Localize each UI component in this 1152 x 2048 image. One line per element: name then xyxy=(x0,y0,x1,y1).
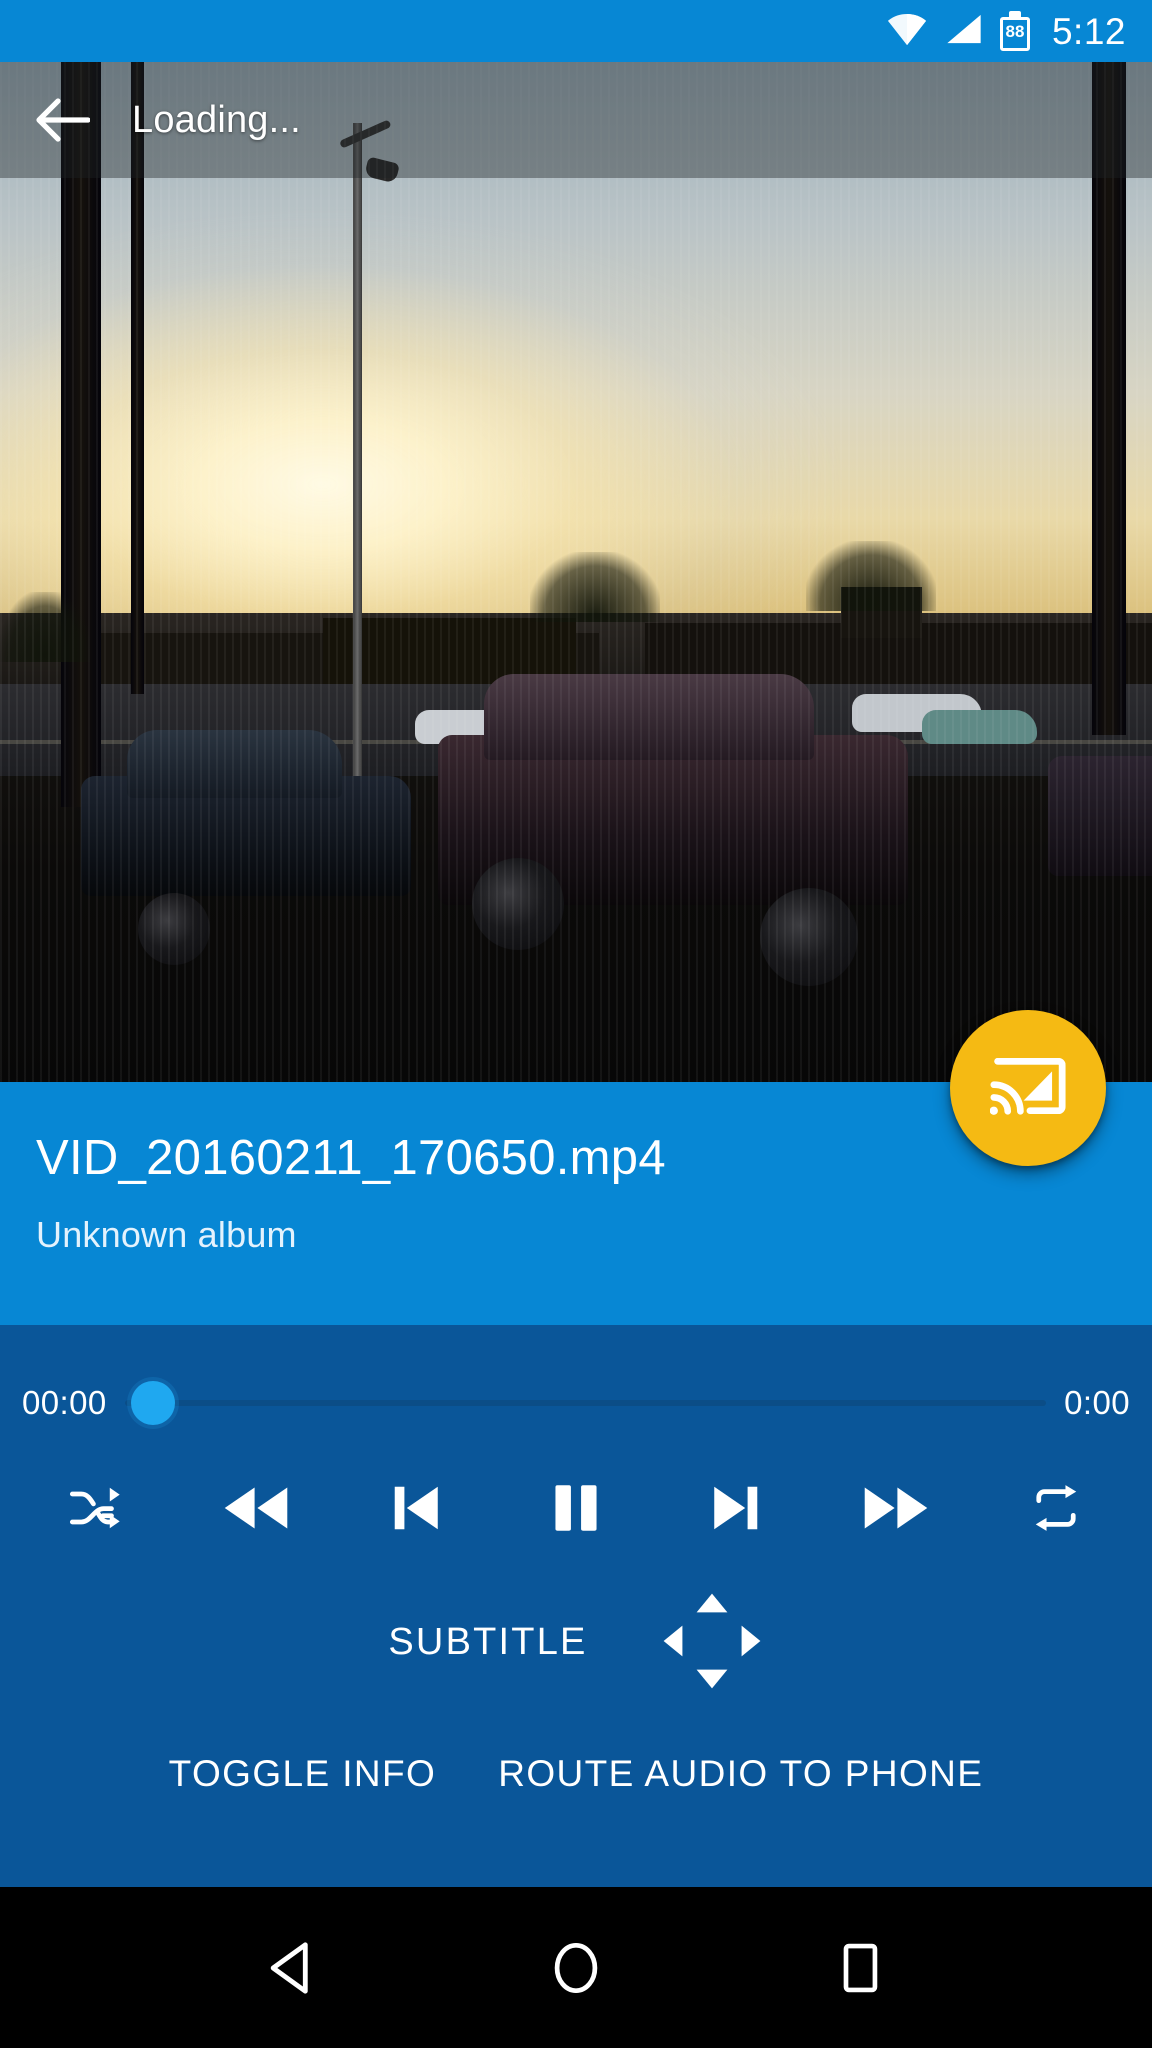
seek-row: 00:00 0:00 xyxy=(0,1369,1152,1437)
fast-forward-icon xyxy=(861,1479,931,1542)
route-audio-button[interactable]: ROUTE AUDIO TO PHONE xyxy=(488,1737,993,1811)
android-navigation-bar xyxy=(0,1887,1152,2048)
car-foreground-suv-front-wheel xyxy=(472,857,565,950)
previous-track-button[interactable] xyxy=(360,1460,472,1560)
nav-home-circle-icon[interactable] xyxy=(521,1913,631,2023)
back-arrow-icon[interactable] xyxy=(30,88,94,152)
seek-bar[interactable] xyxy=(124,1369,1047,1437)
action-buttons-row: TOGGLE INFO ROUTE AUDIO TO PHONE xyxy=(0,1721,1152,1827)
album-name: Unknown album xyxy=(36,1214,297,1255)
status-bar-clock: 5:12 xyxy=(1051,10,1126,52)
car-foreground-suv-roof xyxy=(483,674,814,760)
current-time-label: 00:00 xyxy=(22,1384,107,1421)
palm-fronds-right xyxy=(806,541,937,612)
seek-thumb[interactable] xyxy=(130,1381,175,1425)
car-teal-right xyxy=(921,709,1037,744)
car-foreground-black-sedan-wheel xyxy=(138,893,211,966)
palm-fronds-left xyxy=(0,592,90,663)
shuffle-button[interactable] xyxy=(40,1460,152,1560)
toggle-info-button[interactable]: TOGGLE INFO xyxy=(159,1737,447,1811)
skip-next-icon xyxy=(709,1479,763,1542)
repeat-button[interactable] xyxy=(1000,1460,1112,1560)
car-foreground-black-sedan-roof xyxy=(126,730,342,799)
track-title: VID_20160211_170650.mp4 xyxy=(36,1131,666,1185)
app-bar: Loading... xyxy=(0,62,1152,178)
skip-previous-icon xyxy=(389,1479,443,1542)
battery-level-label: 88 xyxy=(1005,22,1025,41)
triangle-right-icon[interactable] xyxy=(732,1624,770,1658)
car-foreground-right-edge xyxy=(1048,755,1152,876)
phone-screen: 88 5:12 Loading... VID_20160211_170650.m… xyxy=(0,0,1152,2048)
pause-button[interactable] xyxy=(520,1460,632,1560)
app-bar-title: Loading... xyxy=(132,98,301,141)
triangle-left-icon[interactable] xyxy=(654,1624,692,1658)
cell-signal-icon xyxy=(944,12,984,51)
subtitle-label: SUBTITLE xyxy=(388,1620,588,1663)
triangle-down-icon[interactable] xyxy=(693,1662,731,1696)
subtitle-dpad xyxy=(660,1590,764,1694)
palm-fronds-center xyxy=(529,551,660,622)
seek-track xyxy=(124,1400,1047,1406)
car-foreground-suv-rear-wheel xyxy=(760,888,859,987)
total-time-label: 0:00 xyxy=(1064,1384,1130,1421)
video-preview[interactable] xyxy=(0,62,1152,1082)
repeat-icon xyxy=(1028,1482,1084,1539)
shuffle-icon xyxy=(68,1482,124,1539)
nav-back-triangle-icon[interactable] xyxy=(237,1913,347,2023)
cast-fab-button[interactable] xyxy=(950,1010,1106,1166)
fast-forward-button[interactable] xyxy=(840,1460,952,1560)
pause-icon xyxy=(550,1479,602,1542)
wifi-icon xyxy=(886,12,928,51)
street-lamp-pole xyxy=(352,123,362,776)
playback-controls-panel: 00:00 0:00 SUBTITLE TOGGLE INFO ROUTE AU… xyxy=(0,1325,1152,1887)
subtitle-control-row: SUBTITLE xyxy=(0,1587,1152,1697)
next-track-button[interactable] xyxy=(680,1460,792,1560)
battery-icon: 88 xyxy=(999,11,1030,51)
fast-rewind-icon xyxy=(221,1479,291,1542)
nav-recents-square-icon[interactable] xyxy=(805,1913,915,2023)
media-buttons-row xyxy=(0,1455,1152,1565)
status-bar: 88 5:12 xyxy=(0,0,1152,62)
triangle-up-icon[interactable] xyxy=(693,1586,731,1620)
cast-connected-icon xyxy=(989,1051,1066,1126)
rewind-button[interactable] xyxy=(200,1460,312,1560)
